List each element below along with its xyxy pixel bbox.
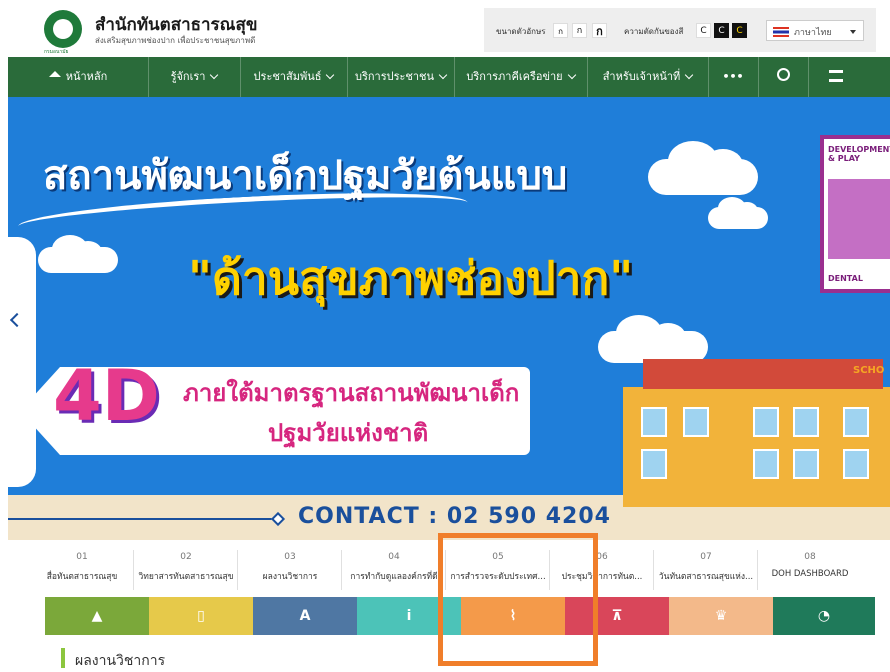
chevron-down-icon xyxy=(567,70,576,80)
nav-more-button[interactable]: ••• xyxy=(708,57,759,97)
section-heading: ผลงานวิชาการ xyxy=(55,646,255,670)
site-header: กรมอนามัย สำนักทันตสาธารณสุข ส่งเสริมสุข… xyxy=(0,0,890,56)
font-size-large-button[interactable]: ก xyxy=(592,23,607,38)
cloud-decoration xyxy=(38,235,118,273)
nav-home[interactable]: หน้าหลัก xyxy=(8,57,149,97)
nav-public-services-label: บริการประชาชน xyxy=(354,70,435,83)
cloud-decoration xyxy=(708,197,768,229)
tab-label: การทำกับดูแลองค์กรที่ดี xyxy=(350,572,438,582)
nav-staff-label: สำหรับเจ้าหน้าที่ xyxy=(602,70,681,83)
org-subtitle: ส่งเสริมสุขภาพช่องปาก เพื่อประชาชนสุขภาพ… xyxy=(95,36,256,45)
bar-academic-works[interactable]: A xyxy=(253,597,357,635)
nav-public-services[interactable]: บริการประชาชน xyxy=(347,57,455,97)
main-nav: หน้าหลัก รู้จักเรา ประชาสัมพันธ์ บริการป… xyxy=(8,57,890,97)
contrast-label: ความตัดกันของสี xyxy=(624,27,684,36)
4d-badge: 4D xyxy=(53,355,160,437)
language-label: ภาษาไทย xyxy=(794,28,832,38)
tab-doh-dashboard[interactable]: 08 DOH DASHBOARD xyxy=(758,545,862,595)
chevron-down-icon xyxy=(438,70,448,80)
nav-partner-services[interactable]: บริการภาคีเครือข่าย xyxy=(454,57,588,97)
dental-card-illustration: DEVELOPMENT & PLAY DENTAL xyxy=(820,135,890,293)
bar-national-dental-day[interactable]: ♛ xyxy=(669,597,773,635)
cloud-decoration xyxy=(648,141,758,195)
tab-number: 01 xyxy=(76,552,88,562)
academic-badge-icon: A xyxy=(299,608,311,624)
tab-number: 02 xyxy=(180,552,192,562)
section-heading-text: ผลงานวิชาการ xyxy=(75,653,166,669)
search-icon xyxy=(776,68,790,81)
dashboard-gauge-icon: ◔ xyxy=(817,608,831,624)
font-size-label: ขนาดตัวอักษร xyxy=(496,27,546,36)
department-logo-icon[interactable] xyxy=(44,10,82,48)
chevron-down-icon xyxy=(326,70,335,80)
nav-staff[interactable]: สำหรับเจ้าหน้าที่ xyxy=(587,57,709,97)
tab-number: 08 xyxy=(804,552,816,562)
tab-good-governance[interactable]: 04 การทำกับดูแลองค์กรที่ดี xyxy=(342,545,446,595)
hero-subtitle: "ด้านสุขภาพช่องปาก" xyxy=(188,251,634,305)
hero-banner[interactable]: สถานพัฒนาเด็กปฐมวัยต้นแบบ "ด้านสุขภาพช่อ… xyxy=(8,97,890,540)
chevron-down-icon xyxy=(685,70,694,80)
nav-partner-services-label: บริการภาคีเครือข่าย xyxy=(466,70,563,83)
accessibility-tools: ขนาดตัวอักษร ก ก ก ความตัดกันของสี C C C… xyxy=(484,8,876,52)
bar-dental-journal[interactable]: ▯ xyxy=(149,597,253,635)
card-top-text: DEVELOPMENT & PLAY xyxy=(828,145,890,163)
card-bottom-text: DENTAL xyxy=(828,274,863,283)
document-icon: ▯ xyxy=(197,608,205,624)
tab-number: 07 xyxy=(700,552,712,562)
info-icon: i xyxy=(406,608,412,624)
tab-label: วิทยาสารทันตสาธารณสุข xyxy=(138,572,234,582)
contrast-dark-button[interactable]: C xyxy=(714,23,729,38)
card-illustration xyxy=(828,179,890,259)
nav-home-label: หน้าหลัก xyxy=(65,70,108,83)
contact-line xyxy=(8,518,278,520)
language-select[interactable]: ภาษาไทย xyxy=(766,20,864,41)
sitemap-button[interactable] xyxy=(808,57,864,97)
banner-line-2: ปฐมวัยแห่งชาติ xyxy=(268,419,429,447)
logo-caption: กรมอนามัย xyxy=(44,49,69,55)
conference-logo-icon: ⊼ xyxy=(611,608,623,624)
award-icon: ♛ xyxy=(714,608,728,624)
tab-academic-works[interactable]: 03 ผลงานวิชาการ xyxy=(238,545,342,595)
school-illustration: SCHO xyxy=(623,359,890,507)
thai-flag-icon xyxy=(773,27,789,37)
tab-national-dental-day[interactable]: 07 วันทันตสาธารณสุขแห่ง... xyxy=(654,545,758,595)
tab-label: ผลงานวิชาการ xyxy=(262,572,318,582)
tab-label: DOH DASHBOARD xyxy=(771,569,849,579)
slider-prev-tab[interactable] xyxy=(8,237,36,487)
bar-dental-media[interactable]: ▲ xyxy=(45,597,149,635)
font-size-small-button[interactable]: ก xyxy=(553,23,568,38)
media-icon: ▲ xyxy=(91,608,103,624)
tab-number: 04 xyxy=(388,552,400,562)
nav-about[interactable]: รู้จักเรา xyxy=(148,57,241,97)
search-button[interactable] xyxy=(758,57,809,97)
contrast-normal-button[interactable]: C xyxy=(696,23,711,38)
tab-dental-media[interactable]: 01 สื่อทันตสาธารณสุข xyxy=(30,545,134,595)
nav-news-label: ประชาสัมพันธ์ xyxy=(253,70,322,83)
banner-line-1: ภายใต้มาตรฐานสถานพัฒนาเด็ก xyxy=(183,379,520,407)
tab-label: สื่อทันตสาธารณสุข xyxy=(46,572,118,582)
contrast-yellow-button[interactable]: C xyxy=(732,23,747,38)
selection-highlight-box xyxy=(438,533,598,666)
heading-accent xyxy=(61,648,65,668)
bar-doh-dashboard[interactable]: ◔ xyxy=(773,597,875,635)
sitemap-icon xyxy=(829,70,843,82)
contact-text: CONTACT : 02 590 4204 xyxy=(298,504,611,529)
caret-down-icon xyxy=(850,30,856,34)
chevron-down-icon xyxy=(210,70,219,80)
nav-news[interactable]: ประชาสัมพันธ์ xyxy=(240,57,348,97)
nav-about-label: รู้จักเรา xyxy=(170,70,206,83)
school-sign: SCHO xyxy=(853,365,885,376)
font-size-medium-button[interactable]: ก xyxy=(572,23,587,38)
home-icon xyxy=(48,71,61,77)
tab-label: วันทันตสาธารณสุขแห่ง... xyxy=(658,572,754,582)
tab-dental-journal[interactable]: 02 วิทยาสารทันตสาธารณสุข xyxy=(134,545,238,595)
tab-number: 03 xyxy=(284,552,296,562)
